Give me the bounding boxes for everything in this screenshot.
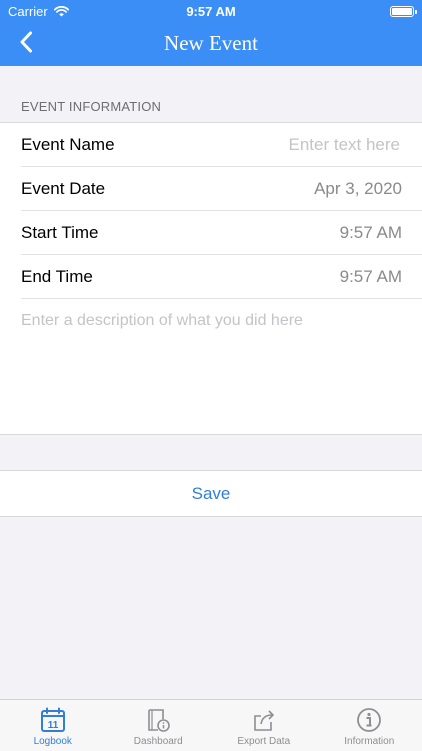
start-time-value[interactable]: 9:57 AM bbox=[340, 223, 402, 243]
end-time-value[interactable]: 9:57 AM bbox=[340, 267, 402, 287]
start-time-row[interactable]: Start Time 9:57 AM bbox=[0, 211, 422, 255]
page-title: New Event bbox=[0, 31, 422, 56]
description-textarea[interactable] bbox=[0, 299, 422, 434]
tab-bar: 11 Logbook Dashboard Export Data bbox=[0, 699, 422, 751]
end-time-label: End Time bbox=[21, 267, 93, 287]
calendar-icon-day: 11 bbox=[47, 720, 58, 731]
start-time-label: Start Time bbox=[21, 223, 98, 243]
calendar-icon: 11 bbox=[40, 706, 66, 733]
tab-export-data-label: Export Data bbox=[237, 736, 290, 747]
tab-information-label: Information bbox=[344, 736, 394, 747]
event-form: Event Name Event Date Apr 3, 2020 Start … bbox=[0, 122, 422, 435]
event-date-value[interactable]: Apr 3, 2020 bbox=[314, 179, 402, 199]
section-header-event-information: EVENT INFORMATION bbox=[21, 99, 161, 114]
event-date-row[interactable]: Event Date Apr 3, 2020 bbox=[0, 167, 422, 211]
tab-information[interactable]: Information bbox=[317, 700, 422, 751]
end-time-row[interactable]: End Time 9:57 AM bbox=[0, 255, 422, 299]
export-icon bbox=[251, 706, 277, 733]
tab-dashboard-label: Dashboard bbox=[134, 736, 183, 747]
app-header: Carrier 9:57 AM New Event bbox=[0, 0, 422, 66]
event-name-input[interactable] bbox=[198, 134, 402, 156]
status-time: 9:57 AM bbox=[0, 4, 422, 19]
save-section: Save bbox=[0, 470, 422, 517]
dashboard-icon bbox=[145, 706, 171, 733]
event-name-label: Event Name bbox=[21, 135, 115, 155]
info-icon bbox=[356, 706, 382, 733]
save-button[interactable]: Save bbox=[192, 484, 231, 504]
event-name-row: Event Name bbox=[0, 123, 422, 167]
event-date-label: Event Date bbox=[21, 179, 105, 199]
battery-icon bbox=[390, 6, 414, 17]
navigation-bar: New Event bbox=[0, 22, 422, 66]
tab-logbook[interactable]: 11 Logbook bbox=[0, 700, 106, 751]
tab-export-data[interactable]: Export Data bbox=[211, 700, 317, 751]
tab-logbook-label: Logbook bbox=[34, 736, 72, 747]
tab-dashboard[interactable]: Dashboard bbox=[106, 700, 212, 751]
status-bar: Carrier 9:57 AM bbox=[0, 0, 422, 22]
